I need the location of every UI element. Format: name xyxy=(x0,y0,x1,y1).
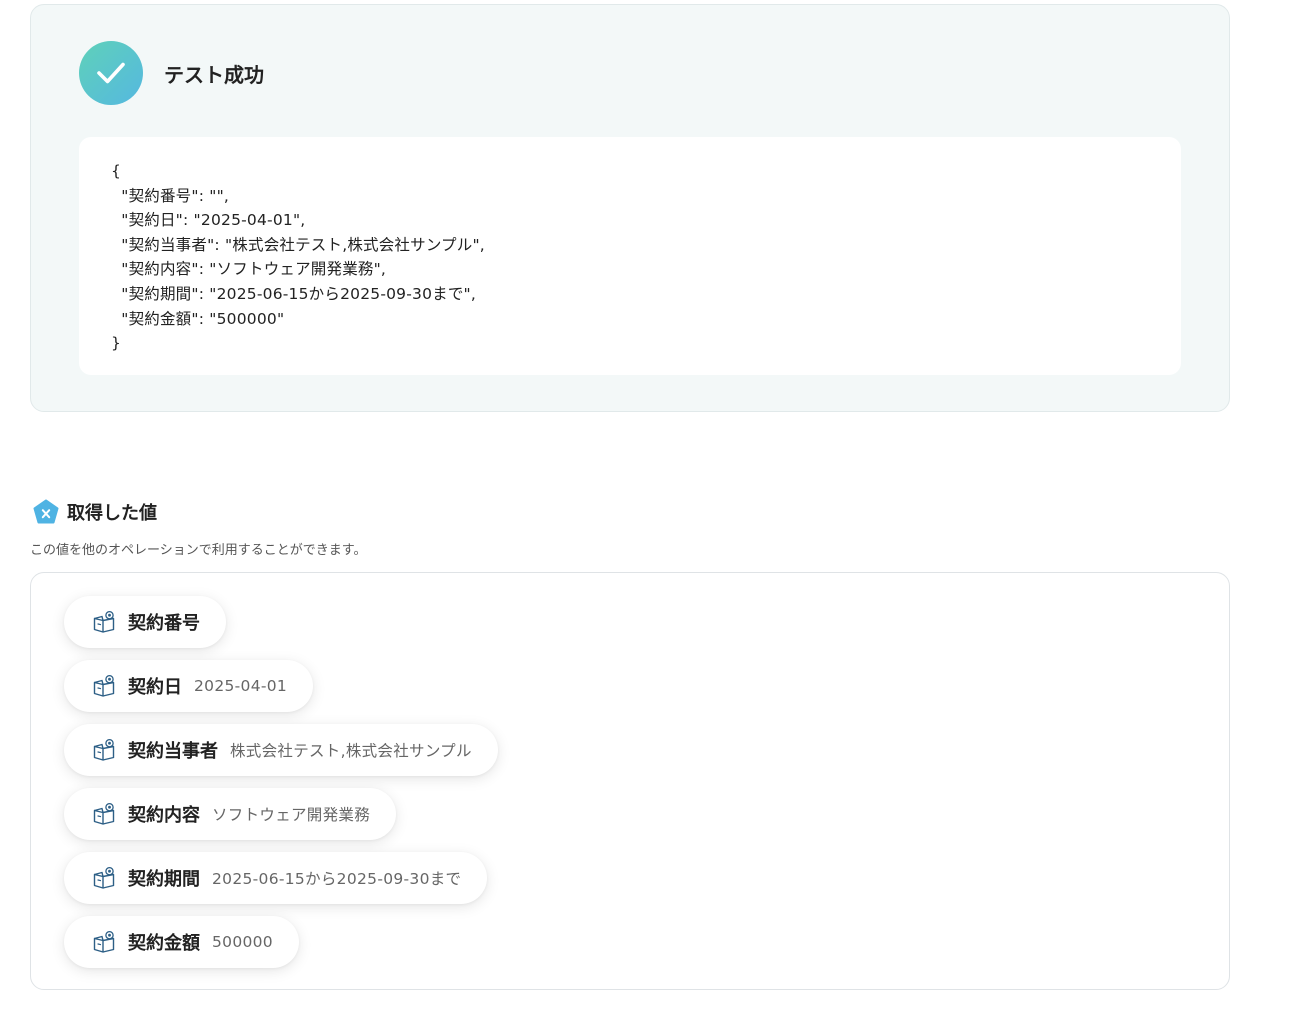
success-check-icon xyxy=(79,41,143,105)
value-chip-key: 契約内容 xyxy=(128,805,200,826)
value-chip-key: 契約金額 xyxy=(128,933,200,954)
value-box-icon xyxy=(93,738,115,761)
value-chip-key: 契約番号 xyxy=(128,613,200,634)
test-result-title: テスト成功 xyxy=(164,62,264,87)
pentagon-x-icon xyxy=(33,499,59,524)
retrieved-values-panel: 契約番号 契約日 2025-04-01 契約当事者 株式会社テスト,株式会社サン… xyxy=(30,572,1230,990)
value-box-icon xyxy=(93,866,115,889)
retrieved-values-title: 取得した値 xyxy=(67,503,157,524)
value-box-icon xyxy=(93,930,115,953)
value-chip-key: 契約日 xyxy=(128,677,182,698)
value-chip-key: 契約当事者 xyxy=(128,741,218,762)
value-chip-value: 2025-06-15から2025-09-30まで xyxy=(212,870,462,888)
value-chip-value: 500000 xyxy=(212,933,273,951)
json-line: "契約日": "2025-04-01", xyxy=(111,211,306,230)
json-line: "契約金額": "500000" xyxy=(111,309,285,328)
test-result-panel: テスト成功 { "契約番号": "", "契約日": "2025-04-01",… xyxy=(30,4,1230,412)
value-chip-contract-period[interactable]: 契約期間 2025-06-15から2025-09-30まで xyxy=(64,852,488,904)
value-chip-value: 株式会社テスト,株式会社サンプル xyxy=(230,742,472,760)
json-line: { xyxy=(111,162,122,180)
json-line: "契約期間": "2025-06-15から2025-09-30まで", xyxy=(111,284,477,303)
json-output-box: { "契約番号": "", "契約日": "2025-04-01", "契約当事… xyxy=(79,137,1181,375)
value-chip-contract-amount[interactable]: 契約金額 500000 xyxy=(64,916,299,968)
page: テスト成功 { "契約番号": "", "契約日": "2025-04-01",… xyxy=(0,0,1312,1016)
json-line: "契約内容": "ソフトウェア開発業務", xyxy=(111,260,387,279)
retrieved-values-header: 取得した値 xyxy=(32,498,157,526)
retrieved-values-description: この値を他のオペレーションで利用することができます。 xyxy=(30,543,367,558)
value-box-icon xyxy=(93,802,115,825)
json-line: "契約番号": "", xyxy=(111,186,230,205)
value-chip-contract-date[interactable]: 契約日 2025-04-01 xyxy=(64,660,314,712)
value-chip-value: ソフトウェア開発業務 xyxy=(212,806,371,824)
json-line: "契約当事者": "株式会社テスト,株式会社サンプル", xyxy=(111,235,485,254)
value-chip-key: 契約期間 xyxy=(128,869,200,890)
test-result-header: テスト成功 xyxy=(79,41,264,105)
value-chip-contract-number[interactable]: 契約番号 xyxy=(64,596,226,648)
value-chip-contract-parties[interactable]: 契約当事者 株式会社テスト,株式会社サンプル xyxy=(64,724,498,776)
value-box-icon xyxy=(93,610,115,633)
value-box-icon xyxy=(93,674,115,697)
value-chip-value: 2025-04-01 xyxy=(194,677,288,695)
value-chip-contract-content[interactable]: 契約内容 ソフトウェア開発業務 xyxy=(64,788,397,840)
json-line: } xyxy=(111,334,122,353)
